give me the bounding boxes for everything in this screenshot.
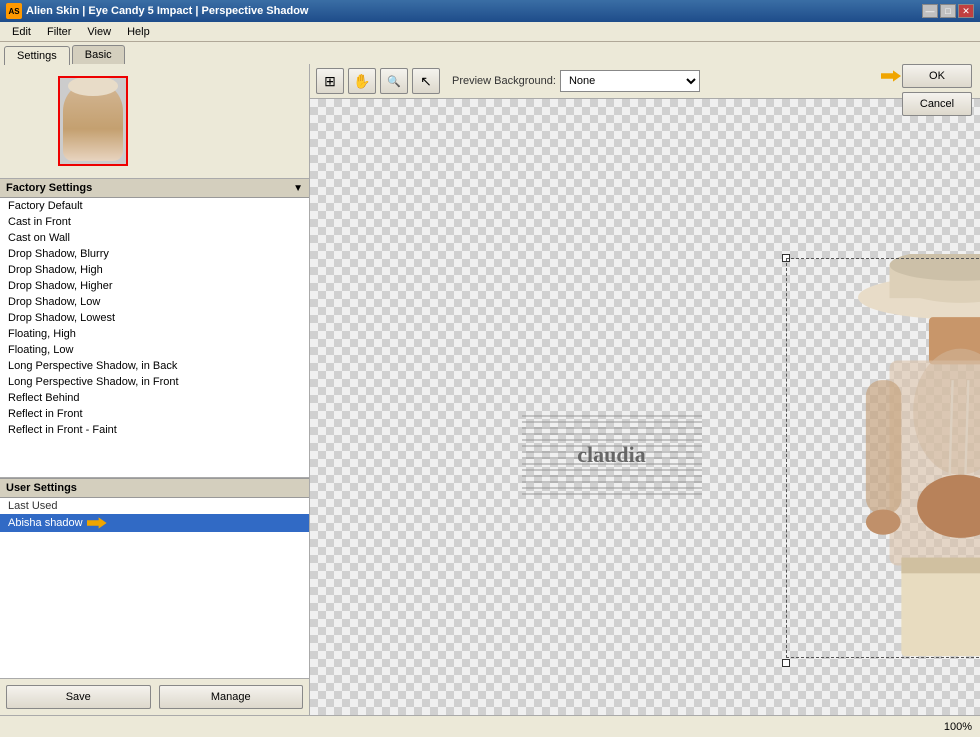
list-item[interactable]: Long Perspective Shadow, in Front (0, 374, 309, 390)
preview-area: claudia (310, 99, 980, 715)
bottom-buttons: Save Manage (0, 678, 309, 715)
list-item[interactable]: Floating, Low (0, 342, 309, 358)
factory-scroll-indicator: ▼ (293, 183, 303, 194)
close-button[interactable]: ✕ (958, 4, 974, 18)
tab-settings[interactable]: Settings (4, 46, 70, 65)
last-used-label: Last Used (0, 498, 309, 514)
list-item[interactable]: Reflect in Front - Faint (0, 422, 309, 438)
zoom-in-button[interactable]: 🔍 (380, 68, 408, 94)
thumb-figure (63, 81, 123, 161)
preview-bg-dropdown[interactable]: None White Black Custom (560, 70, 700, 92)
factory-settings-label: Factory Settings (6, 182, 92, 194)
list-item[interactable]: Factory Default (0, 198, 309, 214)
thumb-hat (68, 76, 118, 96)
maximize-button[interactable]: □ (940, 4, 956, 18)
main-content: Factory Settings ▼ Factory Default Cast … (0, 64, 980, 715)
list-item[interactable]: Drop Shadow, Blurry (0, 246, 309, 262)
zoom-level: 100% (944, 721, 972, 733)
zoom-fit-button[interactable]: ⊞ (316, 68, 344, 94)
selected-item-label: Abisha shadow (8, 517, 83, 529)
zoom-fit-icon: ⊞ (324, 73, 336, 90)
pan-button[interactable]: ✋ (348, 68, 376, 94)
tab-basic[interactable]: Basic (72, 45, 125, 64)
list-item[interactable]: Drop Shadow, High (0, 262, 309, 278)
manage-button[interactable]: Manage (159, 685, 304, 709)
menu-help[interactable]: Help (119, 24, 158, 40)
list-item[interactable]: Long Perspective Shadow, in Back (0, 358, 309, 374)
window-title: Alien Skin | Eye Candy 5 Impact | Perspe… (26, 5, 922, 17)
menu-view[interactable]: View (79, 24, 119, 40)
user-settings-header: User Settings (0, 478, 309, 498)
right-panel: OK Cancel ⊞ ✋ 🔍 ↖ Preview Background: No… (310, 64, 980, 715)
pan-icon: ✋ (353, 73, 370, 90)
save-button[interactable]: Save (6, 685, 151, 709)
list-item[interactable]: Drop Shadow, Higher (0, 278, 309, 294)
list-item[interactable]: Drop Shadow, Low (0, 294, 309, 310)
ok-cancel-area: OK Cancel (902, 64, 972, 116)
tabs-bar: Settings Basic (0, 42, 980, 64)
watermark-overlay: claudia (522, 415, 702, 495)
list-item[interactable]: Cast in Front (0, 214, 309, 230)
list-item[interactable]: Floating, High (0, 326, 309, 342)
figure-svg (788, 254, 980, 664)
preview-bg-label: Preview Background: (452, 75, 556, 87)
user-settings-label: User Settings (6, 482, 77, 494)
factory-settings-header: Factory Settings ▼ (0, 179, 309, 198)
ok-button[interactable]: OK (902, 64, 972, 88)
minimize-button[interactable]: — (922, 4, 938, 18)
select-button[interactable]: ↖ (412, 68, 440, 94)
user-list[interactable]: Last Used Abisha shadow (0, 498, 309, 678)
toolbar: ⊞ ✋ 🔍 ↖ Preview Background: None White B… (310, 64, 980, 99)
list-item[interactable]: Cast on Wall (0, 230, 309, 246)
status-bar: 100% (0, 715, 980, 737)
list-item[interactable]: Reflect Behind (0, 390, 309, 406)
watermark-text: claudia (577, 442, 645, 468)
thumbnail-area (0, 64, 309, 179)
factory-settings-pane: Factory Settings ▼ Factory Default Cast … (0, 179, 309, 478)
window-controls: — □ ✕ (922, 4, 974, 18)
user-settings-pane: User Settings Last Used Abisha shadow (0, 478, 309, 678)
list-item[interactable]: Drop Shadow, Lowest (0, 310, 309, 326)
cancel-button[interactable]: Cancel (902, 92, 972, 116)
title-bar: AS Alien Skin | Eye Candy 5 Impact | Per… (0, 0, 980, 22)
arrow-icon (87, 516, 107, 530)
menu-bar: Edit Filter View Help (0, 22, 980, 42)
user-list-item-selected[interactable]: Abisha shadow (0, 514, 309, 532)
factory-list[interactable]: Factory Default Cast in Front Cast on Wa… (0, 198, 309, 477)
menu-edit[interactable]: Edit (4, 24, 39, 40)
zoom-in-icon: 🔍 (387, 75, 401, 88)
app-icon: AS (6, 3, 22, 19)
select-icon: ↖ (420, 73, 432, 90)
menu-filter[interactable]: Filter (39, 24, 79, 40)
list-item[interactable]: Reflect in Front (0, 406, 309, 422)
thumbnail-preview (58, 76, 128, 166)
left-panel: Factory Settings ▼ Factory Default Cast … (0, 64, 310, 715)
